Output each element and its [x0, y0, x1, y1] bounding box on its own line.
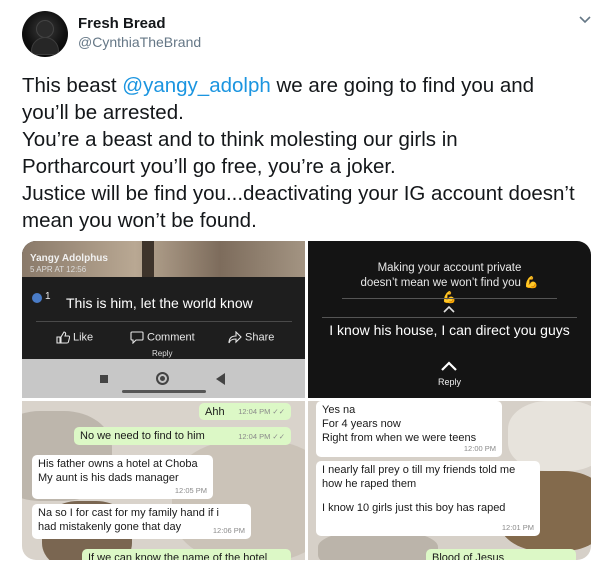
chat-bubble: Yes na For 4 years now Right from when we …	[316, 401, 502, 457]
recents-icon	[100, 375, 108, 383]
tweet: Fresh Bread @CynthiaTheBrand This beast …	[0, 0, 610, 566]
chat-bubble: His father owns a hotel at Choba My aunt …	[32, 455, 213, 499]
comment-action: Comment	[130, 331, 195, 345]
fb-reply-hint: Reply	[152, 349, 173, 358]
media-grid: Yangy Adolphus 5 APR AT 12:56 1 This is …	[22, 241, 591, 560]
fb-user-name: Yangy Adolphus	[30, 253, 108, 264]
thumbs-up-icon	[56, 331, 71, 344]
android-nav-bar	[22, 359, 305, 398]
mention-link[interactable]: @yangy_adolph	[122, 74, 270, 97]
comment-icon	[130, 331, 144, 345]
chevron-up-icon	[443, 305, 455, 313]
media-image-story-reply[interactable]: Making your account private doesn’t mean…	[308, 241, 591, 398]
author-handle[interactable]: @CynthiaTheBrand	[78, 34, 201, 50]
story-reply-text: I know his house, I can direct you guys	[329, 322, 570, 338]
media-image-facebook-post[interactable]: Yangy Adolphus 5 APR AT 12:56 1 This is …	[22, 241, 305, 398]
media-image-chat-left[interactable]: Ahh 12:04 PM ✓✓ No we need to find to him…	[22, 401, 305, 560]
chevron-down-icon[interactable]	[578, 14, 592, 26]
chat-bubble: Na so I for cast for my family hand if i…	[32, 504, 251, 539]
tweet-text: This beast @yangy_adolph we are going to…	[22, 74, 575, 232]
fb-globe-count: 1	[45, 291, 51, 302]
avatar[interactable]	[22, 11, 68, 57]
share-icon	[228, 330, 242, 344]
home-icon	[156, 372, 169, 385]
globe-icon	[32, 293, 42, 303]
share-action: Share	[228, 330, 274, 344]
fb-post-message: This is him, let the world know	[66, 295, 253, 311]
story-message: Making your account private doesn’t mean…	[360, 262, 539, 304]
chevron-up-icon	[441, 361, 457, 371]
author-name[interactable]: Fresh Bread	[78, 15, 166, 32]
media-image-chat-right[interactable]: Yes na For 4 years now Right from when we …	[308, 401, 591, 560]
chat-bubble: Blood of Jesus	[426, 549, 576, 560]
back-icon	[216, 373, 225, 385]
story-reply-label: Reply	[437, 377, 461, 387]
like-action: Like	[56, 331, 93, 344]
chat-bubble: No we need to find to him 12:04 PM ✓✓	[74, 427, 291, 445]
chat-bubble: I nearly fall prey o till my friends tol…	[316, 461, 540, 536]
chat-bubble: If we can know the name of the hotel	[82, 549, 291, 560]
fb-post-date: 5 APR AT 12:56	[30, 265, 87, 274]
chat-bubble: Ahh 12:04 PM ✓✓	[199, 403, 291, 420]
